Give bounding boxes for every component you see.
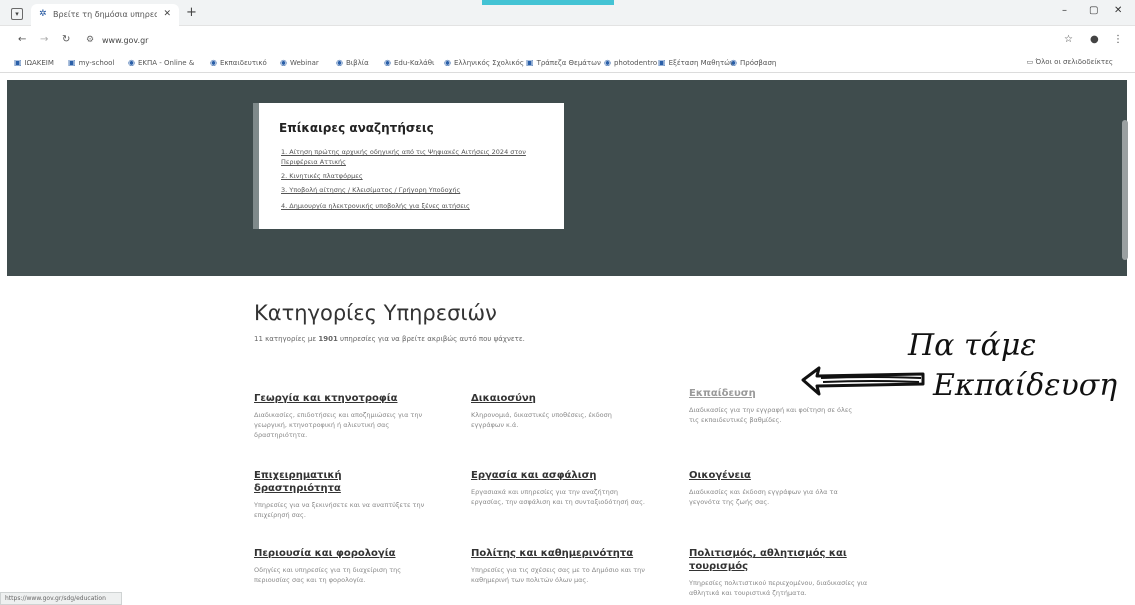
category-family[interactable]: Οικογένεια Διαδικασίες και έκδοση εγγράφ…	[689, 469, 864, 507]
folder-icon: ▣	[658, 58, 666, 67]
tab-search-menu[interactable]: ▾	[11, 8, 23, 20]
back-icon[interactable]: ←	[18, 34, 26, 45]
reload-icon[interactable]: ↻	[62, 34, 70, 45]
services-count: 1901	[318, 335, 338, 343]
category-description: Υπηρεσίες για τις σχέσεις σας με το Δημό…	[471, 566, 645, 584]
category-title[interactable]: Επιχειρηματική δραστηριότητα	[254, 469, 429, 495]
category-business[interactable]: Επιχειρηματική δραστηριότητα Υπηρεσίες γ…	[254, 469, 429, 520]
popular-link[interactable]: 4. Δημιουργία ηλεκτρονικής υποβολής για …	[281, 201, 551, 211]
bookmark-item[interactable]: ◉ Webinar	[280, 58, 319, 67]
handwritten-annotation: Πα τάμε Εκπαίδευση	[801, 328, 1117, 403]
category-title[interactable]: Πολίτης και καθημερινότητα	[471, 547, 646, 560]
close-tab-icon[interactable]: ✕	[163, 9, 171, 19]
popular-link[interactable]: 3. Υποβολή αίτησης / Κλεισίματος / Γρήγο…	[281, 185, 551, 195]
forward-icon[interactable]: →	[40, 34, 48, 45]
category-description: Υπηρεσίες για να ξεκινήσετε και να αναπτ…	[254, 501, 425, 519]
gov-favicon-icon: ✲	[39, 9, 47, 19]
category-description: Εργασιακά και υπηρεσίες για την αναζήτησ…	[471, 488, 645, 506]
annotation-arrow-scribble	[820, 376, 922, 383]
bookmark-item[interactable]: ◉ Πρόσβαση	[730, 58, 776, 67]
tab-title: Βρείτε τη δημόσια υπηρεσία π	[53, 10, 157, 19]
accent-strip	[482, 0, 614, 5]
popular-searches-title: Επίκαιρες αναζητήσεις	[279, 121, 434, 135]
bookmark-item[interactable]: ▣ my-school	[68, 58, 114, 67]
globe-icon: ◉	[730, 58, 737, 67]
browser-tab[interactable]: ✲ Βρείτε τη δημόσια υπηρεσία π ✕	[31, 4, 179, 26]
minimize-icon[interactable]: –	[1062, 5, 1067, 16]
folder-icon: ▣	[14, 58, 22, 67]
globe-icon: ◉	[604, 58, 611, 67]
status-bar-url: https://www.gov.gr/sdg/education	[0, 592, 122, 605]
category-title[interactable]: Περιουσία και φορολογία	[254, 547, 429, 560]
category-culture[interactable]: Πολιτισμός, αθλητισμός και τουρισμός Υπη…	[689, 547, 879, 598]
site-info-icon[interactable]: ⚙	[86, 35, 94, 45]
annotation-line-2: Εκπαίδευση	[932, 368, 1117, 403]
bookmark-star-icon[interactable]: ☆	[1064, 34, 1073, 45]
category-employment[interactable]: Εργασία και ασφάλιση Εργασιακά και υπηρε…	[471, 469, 646, 507]
popular-searches-box: Επίκαιρες αναζητήσεις 1. Αίτηση πρώτης α…	[253, 103, 564, 229]
globe-icon: ◉	[336, 58, 343, 67]
bookmark-item[interactable]: ▣ Τράπεζα Θεμάτων	[526, 58, 601, 67]
bookmarks-bar: ▣ ΙΩΑΚΕΙΜ ▣ my-school ◉ ΕΚΠΑ - Online & ◉ Εκ…	[0, 53, 1135, 73]
bookmark-item[interactable]: ▣ ΙΩΑΚΕΙΜ	[14, 58, 54, 67]
popular-link[interactable]: 2. Κινητικές πλατφόρμες	[281, 171, 551, 181]
category-description: Κληρονομιά, δικαστικές υποθέσεις, έκδοση…	[471, 411, 612, 429]
globe-icon: ◉	[128, 58, 135, 67]
url-text[interactable]: www.gov.gr	[102, 36, 148, 45]
folder-icon: ▣	[68, 58, 76, 67]
category-agriculture[interactable]: Γεωργία και κτηνοτροφία Διαδικασίες, επι…	[254, 392, 429, 440]
scrollbar-thumb[interactable]	[1122, 120, 1128, 260]
address-bar: ← → ↻ ⚙ www.gov.gr ☆ ● ⋮	[0, 26, 1135, 53]
folder-icon: ▣	[526, 58, 534, 67]
categories-title: Κατηγορίες Υπηρεσιών	[254, 301, 497, 325]
category-title[interactable]: Εργασία και ασφάλιση	[471, 469, 646, 482]
category-citizen[interactable]: Πολίτης και καθημερινότητα Υπηρεσίες για…	[471, 547, 646, 585]
bookmark-item[interactable]: ◉ Βιβλία	[336, 58, 369, 67]
tab-bar: ▾ ✲ Βρείτε τη δημόσια υπηρεσία π ✕ + – ▢…	[0, 0, 1135, 26]
category-description: Υπηρεσίες πολιτιστικού περιεχομένου, δια…	[689, 579, 868, 597]
bookmark-item[interactable]: ◉ Ελληνικός Σχολικός	[444, 58, 524, 67]
new-tab-button[interactable]: +	[186, 6, 197, 19]
profile-icon[interactable]: ●	[1090, 34, 1099, 45]
globe-icon: ◉	[444, 58, 451, 67]
category-description: Διαδικασίες, επιδοτήσεις και αποζημιώσει…	[254, 411, 423, 439]
popular-link[interactable]: 1. Αίτηση πρώτης αρχικής οδηγικής από τι…	[281, 147, 551, 167]
category-description: Διαδικασίες και έκδοση εγγράφων για όλα …	[689, 488, 838, 506]
globe-icon: ◉	[210, 58, 217, 67]
more-menu-icon[interactable]: ⋮	[1113, 34, 1123, 45]
category-justice[interactable]: Δικαιοσύνη Κληρονομιά, δικαστικές υποθέσ…	[471, 392, 646, 430]
globe-icon: ◉	[384, 58, 391, 67]
bookmark-item[interactable]: ◉ ΕΚΠΑ - Online &	[128, 58, 194, 67]
annotation-line-1: Πα τάμε	[907, 328, 1036, 363]
category-description: Οδηγίες και υπηρεσίες για τη διαχείριση …	[254, 566, 402, 584]
category-property-tax[interactable]: Περιουσία και φορολογία Οδηγίες και υπηρ…	[254, 547, 429, 585]
globe-icon: ◉	[280, 58, 287, 67]
category-title[interactable]: Πολιτισμός, αθλητισμός και τουρισμός	[689, 547, 879, 573]
category-title[interactable]: Οικογένεια	[689, 469, 864, 482]
categories-subtitle: 11 κατηγορίες με 1901 υπηρεσίες για να β…	[254, 335, 525, 343]
bookmark-item[interactable]: ▣ Εξέταση Μαθητών	[658, 58, 734, 67]
close-window-icon[interactable]: ✕	[1114, 5, 1122, 16]
all-bookmarks[interactable]: ▭ Όλοι οι σελιδοδείκτες	[1027, 58, 1113, 66]
bookmark-item[interactable]: ◉ Edu-Καλάθι	[384, 58, 434, 67]
hero-banner	[7, 80, 1127, 276]
bookmark-item[interactable]: ◉ Εκπαιδευτικό	[210, 58, 267, 67]
category-title[interactable]: Δικαιοσύνη	[471, 392, 646, 405]
maximize-icon[interactable]: ▢	[1089, 5, 1098, 16]
bookmark-item[interactable]: ◉ photodentro	[604, 58, 657, 67]
folder-icon: ▭	[1026, 58, 1034, 66]
category-title[interactable]: Γεωργία και κτηνοτροφία	[254, 392, 429, 405]
